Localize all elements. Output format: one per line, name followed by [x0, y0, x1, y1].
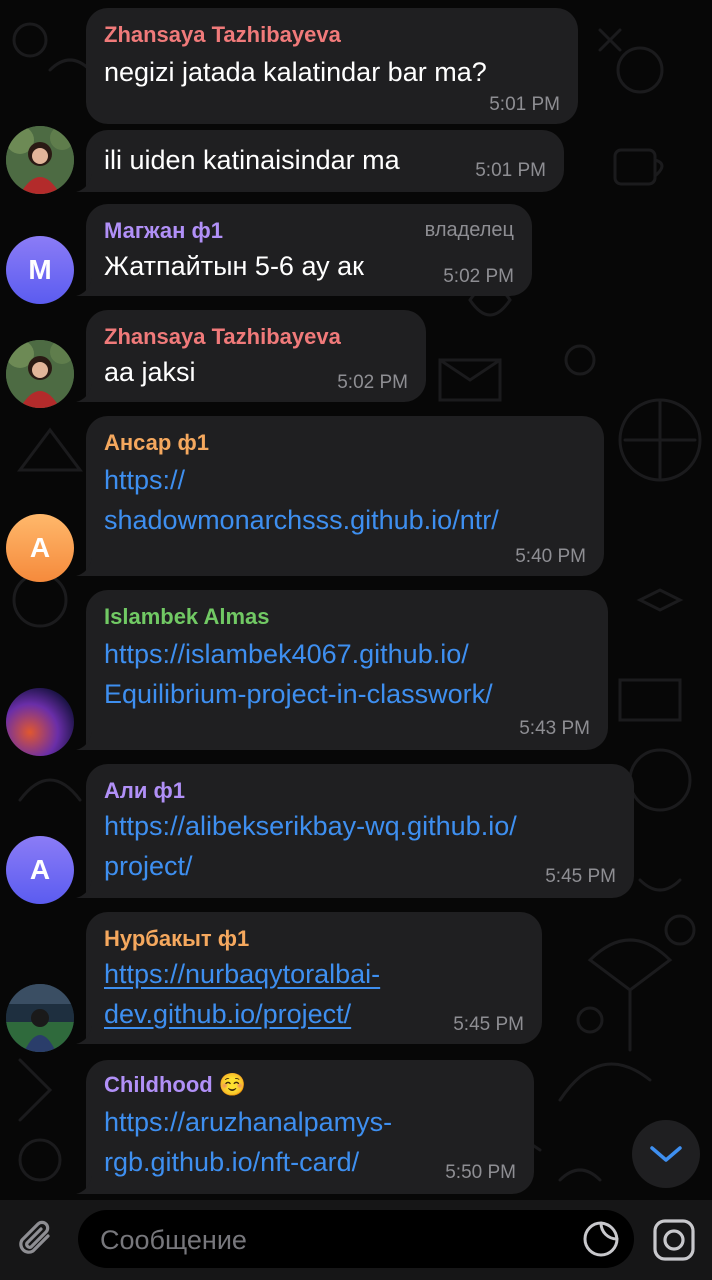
message-link[interactable]: https://alibekserikbay-wq.github.io/ — [104, 806, 517, 846]
message-input[interactable]: Сообщение — [78, 1210, 634, 1268]
sender-name[interactable]: Нурбакыт ф1 — [104, 926, 249, 952]
message-link[interactable]: shadowmonarchsss.github.io/ntr/ — [104, 500, 499, 540]
message-time: 5:02 PM — [337, 372, 408, 393]
message-time: 5:01 PM — [489, 94, 560, 115]
message-text: aa jaksi — [104, 357, 196, 387]
user-avatar[interactable] — [6, 984, 74, 1052]
message-bubble[interactable]: Али ф1 https://alibekserikbay-wq.github.… — [86, 764, 634, 898]
message-time: 5:01 PM — [475, 160, 546, 181]
message-list[interactable]: Zhansaya Tazhibayeva negizi jatada kalat… — [0, 0, 712, 1200]
avatar-initial: A — [29, 532, 51, 563]
message-bubble[interactable]: Childhood ☺️ https://aruzhanalpamys- rgb… — [86, 1060, 534, 1194]
chevron-down-icon — [650, 1146, 682, 1162]
message-link[interactable]: https:// — [104, 460, 185, 500]
user-avatar[interactable]: M — [6, 236, 74, 304]
message-text: negizi jatada kalatindar bar ma? — [104, 57, 487, 87]
user-avatar[interactable]: A — [6, 514, 74, 582]
message-bubble[interactable]: Zhansaya Tazhibayeva aa jaksi 5:02 PM — [86, 310, 426, 402]
message-link[interactable]: https://nurbaqytoralbai- — [104, 954, 380, 994]
avatar-photo — [6, 340, 74, 408]
message-time: 5:43 PM — [519, 718, 590, 739]
camera-button[interactable] — [650, 1216, 698, 1264]
avatar-photo — [6, 126, 74, 194]
role-badge: владелец — [424, 219, 514, 241]
user-avatar[interactable] — [6, 688, 74, 756]
sender-name[interactable]: Zhansaya Tazhibayeva — [104, 22, 341, 48]
message-time: 5:45 PM — [453, 1014, 524, 1035]
message-link[interactable]: Equilibrium-project-in-classwork/ — [104, 674, 493, 714]
message-link[interactable]: https://islambek4067.github.io/ — [104, 634, 469, 674]
sticker-button[interactable] — [582, 1220, 620, 1258]
message-input-placeholder: Сообщение — [100, 1225, 247, 1255]
message-time: 5:50 PM — [445, 1162, 516, 1183]
message-bubble[interactable]: Магжан ф1 владелец Жатпайтын 5-6 ау ак 5… — [86, 204, 532, 296]
sticker-icon — [583, 1221, 619, 1257]
sender-name[interactable]: Магжан ф1 — [104, 218, 223, 244]
user-avatar[interactable]: A — [6, 836, 74, 904]
message-text: Жатпайтын 5-6 ау ак — [104, 251, 364, 281]
scroll-down-button[interactable] — [632, 1120, 700, 1188]
message-bubble[interactable]: Ансар ф1 https:// shadowmonarchsss.githu… — [86, 416, 604, 576]
message-time: 5:02 PM — [443, 266, 514, 287]
sender-name[interactable]: Childhood ☺️ — [104, 1072, 246, 1098]
camera-icon — [653, 1219, 695, 1261]
message-link[interactable]: project/ — [104, 846, 193, 886]
message-bubble[interactable]: ili uiden katinaisindar ma 5:01 PM — [86, 130, 564, 192]
user-avatar[interactable] — [6, 340, 74, 408]
message-link[interactable]: rgb.github.io/nft-card/ — [104, 1142, 359, 1182]
sender-name[interactable]: Ансар ф1 — [104, 430, 209, 456]
message-time: 5:45 PM — [545, 866, 616, 887]
message-time: 5:40 PM — [515, 546, 586, 567]
avatar-photo — [6, 984, 74, 1052]
avatar-initial: M — [28, 254, 52, 285]
avatar-initial: A — [29, 854, 51, 885]
message-bubble[interactable]: Нурбакыт ф1 https://nurbaqytoralbai- dev… — [86, 912, 542, 1044]
message-composer: Сообщение — [0, 1200, 712, 1280]
message-link[interactable]: dev.github.io/project/ — [104, 994, 351, 1034]
message-link[interactable]: https://aruzhanalpamys- — [104, 1102, 392, 1142]
sender-name[interactable]: Zhansaya Tazhibayeva — [104, 324, 341, 350]
message-bubble[interactable]: Zhansaya Tazhibayeva negizi jatada kalat… — [86, 8, 578, 124]
paperclip-icon — [19, 1220, 50, 1254]
message-text: ili uiden katinaisindar ma — [104, 145, 400, 175]
message-bubble[interactable]: Islambek Almas https://islambek4067.gith… — [86, 590, 608, 750]
attach-button[interactable] — [14, 1216, 62, 1264]
sender-name[interactable]: Islambek Almas — [104, 604, 270, 630]
user-avatar[interactable] — [6, 126, 74, 194]
sender-name[interactable]: Али ф1 — [104, 778, 185, 804]
